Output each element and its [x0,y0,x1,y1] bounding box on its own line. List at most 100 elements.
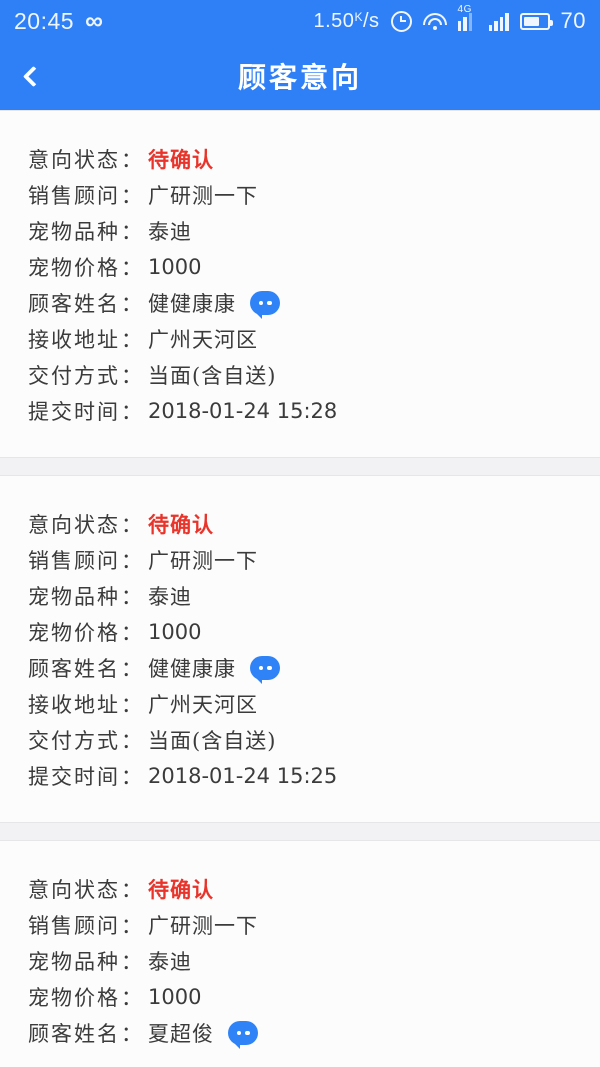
value-consultant: 广研测一下 [148,184,258,208]
label-consultant: 销售顾问 [28,549,120,573]
page-title: 顾客意向 [237,61,362,94]
row-pet-price: 宠物价格 ： 1000 [0,614,600,650]
row-customer-name: 顾客姓名 ： 夏超俊 [0,1015,600,1051]
row-customer-name: 顾客姓名 ： 健健康康 [0,285,600,321]
label-customer-name: 顾客姓名 [28,292,120,316]
colon: ： [121,148,142,172]
value-pet-breed: 泰迪 [148,220,192,244]
colon: ： [121,292,142,316]
value-status: 待确认 [148,877,214,902]
colon: ： [121,256,142,280]
network-speed-value: 1.50 [313,10,355,32]
colon: ： [121,765,142,789]
label-customer-name: 顾客姓名 [28,657,120,681]
row-status: 意向状态 ： 待确认 [0,506,600,542]
label-status: 意向状态 [28,513,120,537]
colon: ： [121,914,142,938]
row-address: 接收地址 ： 广州天河区 [0,686,600,722]
row-delivery: 交付方式 ： 当面(含自送) [0,357,600,393]
chevron-left-icon [22,65,45,87]
network-speed-per: /s [362,10,380,32]
value-pet-breed: 泰迪 [148,585,192,609]
chat-bubble-icon[interactable] [250,656,280,684]
row-pet-price: 宠物价格 ： 1000 [0,979,600,1015]
intention-list[interactable]: 意向状态 ： 待确认 销售顾问 ： 广研测一下 宠物品种 ： 泰迪 宠物价格 ：… [0,110,600,1067]
intention-card[interactable]: 意向状态 ： 待确认 销售顾问 ： 广研测一下 宠物品种 ： 泰迪 宠物价格 ：… [0,110,600,458]
row-pet-price: 宠物价格 ： 1000 [0,249,600,285]
colon: ： [121,220,142,244]
colon: ： [121,1022,142,1046]
value-pet-breed: 泰迪 [148,950,192,974]
value-address: 广州天河区 [148,693,258,717]
signal-bars-icon: 4G [457,4,478,31]
row-consultant: 销售顾问 ： 广研测一下 [0,907,600,943]
value-delivery: 当面(含自送) [148,364,277,388]
row-status: 意向状态 ： 待确认 [0,871,600,907]
colon: ： [121,364,142,388]
value-pet-price: 1000 [148,985,202,1009]
label-delivery: 交付方式 [28,729,120,753]
label-pet-breed: 宠物品种 [28,950,120,974]
row-consultant: 销售顾问 ： 广研测一下 [0,177,600,213]
label-address: 接收地址 [28,328,120,352]
value-status: 待确认 [148,147,214,172]
label-pet-price: 宠物价格 [28,256,120,280]
label-consultant: 销售顾问 [28,184,120,208]
label-pet-breed: 宠物品种 [28,585,120,609]
battery-icon [519,12,553,30]
colon: ： [121,693,142,717]
status-bar: 20:45 ∞ 1.50 K /s 4G 70 [0,0,600,42]
colon: ： [121,621,142,645]
row-pet-breed: 宠物品种 ： 泰迪 [0,213,600,249]
signal-bars-icon-2 [488,12,509,31]
value-status: 待确认 [148,512,214,537]
label-address: 接收地址 [28,693,120,717]
chat-bubble-icon[interactable] [228,1021,258,1049]
label-submit-time: 提交时间 [28,765,120,789]
value-pet-price: 1000 [148,620,202,644]
label-delivery: 交付方式 [28,364,120,388]
value-consultant: 广研测一下 [148,549,258,573]
row-delivery: 交付方式 ： 当面(含自送) [0,722,600,758]
chat-bubble-icon[interactable] [250,291,280,319]
row-consultant: 销售顾问 ： 广研测一下 [0,542,600,578]
status-bar-right: 1.50 K /s 4G 70 [313,4,587,33]
colon: ： [121,986,142,1010]
label-pet-price: 宠物价格 [28,986,120,1010]
value-consultant: 广研测一下 [148,914,258,938]
colon: ： [121,184,142,208]
row-submit-time: 提交时间 ： 2018-01-24 15:25 [0,758,600,794]
row-pet-breed: 宠物品种 ： 泰迪 [0,578,600,614]
value-pet-price: 1000 [148,255,202,279]
value-submit-time: 2018-01-24 15:25 [148,764,338,788]
colon: ： [121,549,142,573]
colon: ： [121,400,142,424]
battery-level-label: 70 [560,8,586,33]
colon: ： [121,513,142,537]
value-customer-name: 健健康康 [148,657,236,681]
label-status: 意向状态 [28,148,120,172]
value-address: 广州天河区 [148,328,258,352]
row-submit-time: 提交时间 ： 2018-01-24 15:28 [0,393,600,429]
colon: ： [121,585,142,609]
value-customer-name: 健健康康 [148,292,236,316]
back-button[interactable] [0,42,62,110]
intention-card[interactable]: 意向状态 ： 待确认 销售顾问 ： 广研测一下 宠物品种 ： 泰迪 宠物价格 ：… [0,475,600,823]
wifi-icon [422,12,447,30]
colon: ： [121,657,142,681]
value-delivery: 当面(含自送) [148,729,277,753]
status-bar-left: 20:45 ∞ [14,6,104,35]
row-customer-name: 顾客姓名 ： 健健康康 [0,650,600,686]
phone-screen: 20:45 ∞ 1.50 K /s 4G 70 顾客意向 意向状态 ： 待确认 … [0,0,600,1067]
colon: ： [121,950,142,974]
colon: ： [121,878,142,902]
label-status: 意向状态 [28,878,120,902]
infinity-icon: ∞ [85,6,104,35]
row-status: 意向状态 ： 待确认 [0,141,600,177]
colon: ： [121,328,142,352]
label-customer-name: 顾客姓名 [28,1022,120,1046]
label-consultant: 销售顾问 [28,914,120,938]
value-submit-time: 2018-01-24 15:28 [148,399,338,423]
label-pet-breed: 宠物品种 [28,220,120,244]
intention-card[interactable]: 意向状态 ： 待确认 销售顾问 ： 广研测一下 宠物品种 ： 泰迪 宠物价格 ：… [0,840,600,1067]
